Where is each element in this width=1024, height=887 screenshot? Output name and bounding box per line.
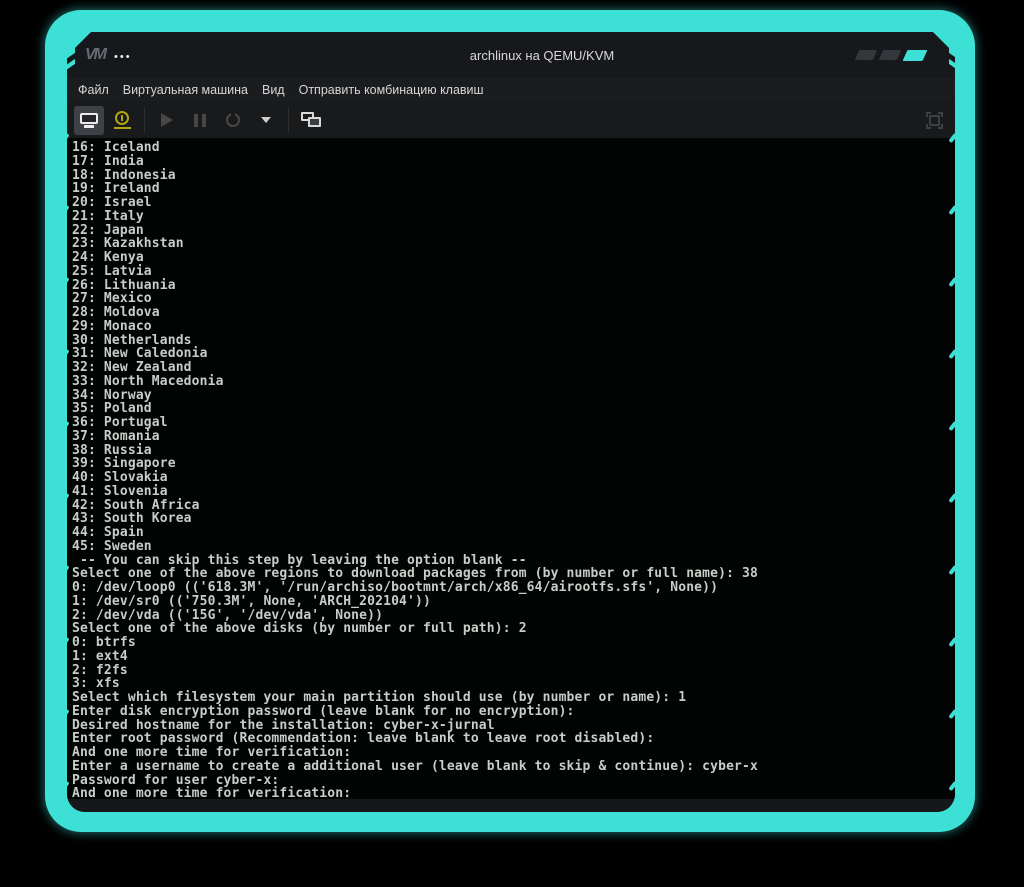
terminal-line: 31: New Caledonia <box>72 346 208 362</box>
app-menu-dots-icon[interactable]: ••• <box>114 51 132 63</box>
terminal-line: 22: Japan <box>72 222 144 238</box>
terminal-line: Select one of the above disks (by number… <box>72 621 527 637</box>
frame-hazard-stripes <box>949 36 958 73</box>
terminal-line: 21: Italy <box>72 208 144 224</box>
terminal-line: 20: Israel <box>72 195 152 210</box>
virtual-displays-icon <box>300 112 322 128</box>
window-controls <box>854 49 928 61</box>
terminal-line: 33: North Macedonia <box>72 373 224 389</box>
frame-hazard-stripes <box>66 36 75 73</box>
terminal-line: 42: South Africa <box>72 497 200 513</box>
close-button[interactable] <box>902 49 928 61</box>
virt-manager-window: VM ••• archlinux на QEMU/KVM Файл Виртуал… <box>67 32 955 812</box>
terminal-line: 43: South Korea <box>72 511 192 527</box>
terminal-line: 1: /dev/sr0 (('750.3M', None, 'ARCH_2021… <box>72 593 431 609</box>
terminal-line: Enter disk encryption password (leave bl… <box>72 703 575 719</box>
terminal-line: 3: xfs <box>72 676 120 692</box>
pause-vm-button[interactable] <box>185 106 215 135</box>
toolbar <box>67 102 955 139</box>
terminal-line: 16: Iceland <box>72 140 160 155</box>
terminal-line: 19: Ireland <box>72 181 160 197</box>
terminal-line: 26: Lithuania <box>72 277 176 293</box>
vm-console-output[interactable]: 16: Iceland 17: India 18: Indonesia 19: Ire… <box>67 139 955 799</box>
window-bottom-bar <box>67 799 955 812</box>
power-icon <box>226 111 240 127</box>
terminal-line: 0: btrfs <box>72 635 136 650</box>
terminal-line: 37: Romania <box>72 428 160 444</box>
decorative-frame: VM ••• archlinux на QEMU/KVM Файл Виртуал… <box>45 10 975 832</box>
play-icon <box>161 113 173 127</box>
show-details-button[interactable] <box>107 106 137 135</box>
terminal-line: 27: Mexico <box>72 291 152 307</box>
terminal-line: 38: Russia <box>72 442 152 458</box>
terminal-line: 44: Spain <box>72 525 144 540</box>
terminal-line: And one more time for verification: <box>72 745 352 760</box>
terminal-line: 30: Netherlands <box>72 332 192 348</box>
terminal-line: 0: /dev/loop0 (('618.3M', '/run/archiso/… <box>72 580 719 595</box>
titlebar[interactable]: VM ••• archlinux на QEMU/KVM <box>67 32 955 78</box>
terminal-line: 2: f2fs <box>72 662 128 678</box>
menu-item[interactable]: Файл <box>71 81 116 99</box>
terminal-line: 34: Norway <box>72 387 152 403</box>
menubar: Файл Виртуальная машина Вид Отправить комби… <box>67 78 955 102</box>
terminal-line: 40: Slovakia <box>72 470 168 485</box>
desktop-background: { "colors": { "accent": "#3de0d5", "deta… <box>0 0 1024 887</box>
terminal-line: 29: Monaco <box>72 318 152 334</box>
virt-manager-logo: VM <box>85 46 107 63</box>
terminal-line: 41: Slovenia <box>72 483 168 499</box>
terminal-line: 18: Indonesia <box>72 167 176 183</box>
pause-icon <box>194 113 206 127</box>
virtual-displays-button[interactable] <box>296 106 326 135</box>
menu-item[interactable]: Вид <box>255 81 292 99</box>
shutdown-menu-button[interactable] <box>251 106 281 135</box>
terminal-line: 39: Singapore <box>72 456 176 472</box>
terminal-line: -- You can skip this step by leaving the… <box>72 552 527 568</box>
window-title: archlinux на QEMU/KVM <box>469 47 615 63</box>
maximize-button[interactable] <box>878 50 902 60</box>
terminal-line: 25: Latvia <box>72 263 152 279</box>
terminal-line: Password for user cyber-x: <box>72 772 280 788</box>
terminal-line: 45: Sweden <box>72 538 152 554</box>
terminal-line: 28: Moldova <box>72 305 160 320</box>
terminal-line: Desired hostname for the installation: c… <box>72 717 495 733</box>
terminal-line: Select which filesystem your main partit… <box>72 690 687 705</box>
terminal-line: 1: ext4 <box>72 648 128 664</box>
terminal-line: Select one of the above regions to downl… <box>72 566 758 582</box>
terminal-line: And one more time for verification: <box>72 786 352 799</box>
fullscreen-icon <box>929 114 940 126</box>
terminal-line: Enter a username to create a additional … <box>72 758 758 774</box>
console-monitor-icon <box>80 112 98 128</box>
run-vm-button[interactable] <box>152 106 182 135</box>
show-console-button[interactable] <box>74 105 104 135</box>
terminal-line: 2: /dev/vda (('15G', '/dev/vda', None)) <box>72 607 384 623</box>
toolbar-separator <box>144 108 145 132</box>
fullscreen-button[interactable] <box>926 111 943 129</box>
vm-details-icon <box>113 111 131 129</box>
shutdown-vm-button[interactable] <box>218 106 248 135</box>
terminal-line: 35: Poland <box>72 401 152 417</box>
terminal-line: Enter root password (Recommendation: lea… <box>72 731 655 747</box>
chevron-down-icon <box>261 117 271 123</box>
terminal-line: 36: Portugal <box>72 415 168 430</box>
toolbar-separator <box>288 108 289 132</box>
minimize-button[interactable] <box>854 50 878 60</box>
terminal-line: 32: New Zealand <box>72 360 192 375</box>
terminal-line: 17: India <box>72 153 144 169</box>
menu-item[interactable]: Виртуальная машина <box>116 81 255 99</box>
terminal-line: 24: Kenya <box>72 250 144 265</box>
terminal-line: 23: Kazakhstan <box>72 236 184 252</box>
menu-item[interactable]: Отправить комбинацию клавиш <box>292 81 491 99</box>
